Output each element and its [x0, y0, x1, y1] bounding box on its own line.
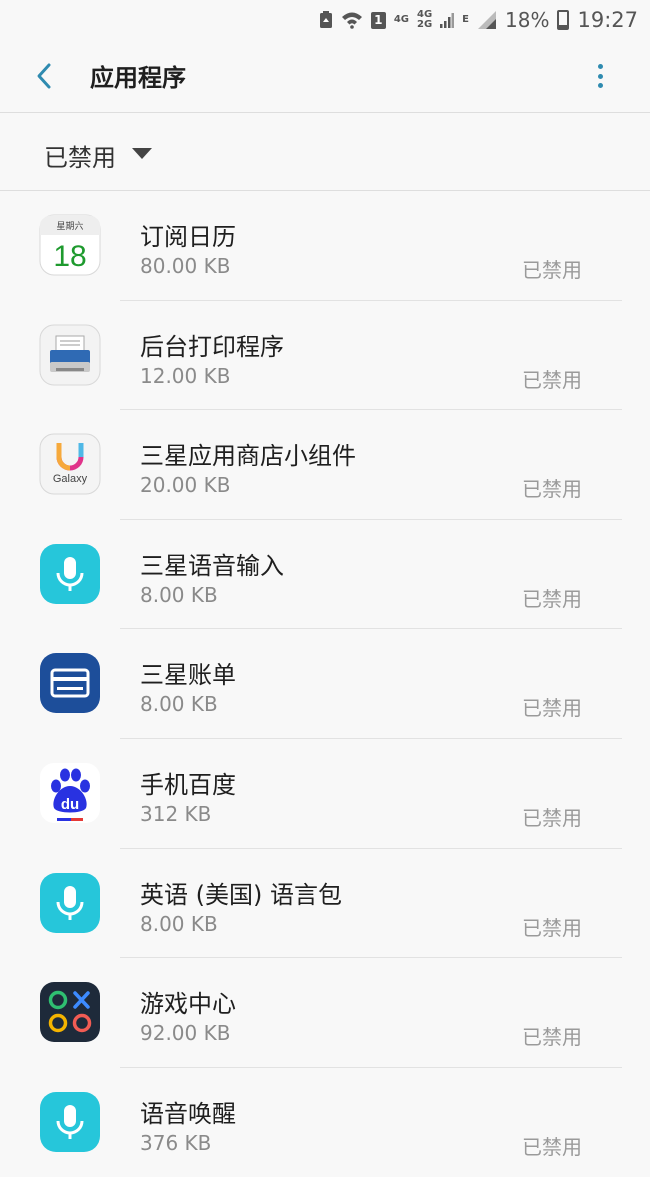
list-item[interactable]: 三星语音输入 8.00 KB 已禁用	[0, 520, 650, 630]
list-item[interactable]: 三星账单 8.00 KB 已禁用	[0, 629, 650, 739]
svg-text:du: du	[61, 796, 79, 813]
list-item[interactable]: Galaxy 三星应用商店小组件 20.00 KB 已禁用	[0, 410, 650, 520]
app-bar: 应用程序	[0, 40, 650, 112]
game-center-icon	[39, 981, 101, 1043]
battery-percent: 18%	[505, 8, 550, 32]
network-4g2g-indicator: 4G 2G	[417, 9, 433, 30]
filter-dropdown[interactable]: 已禁用	[0, 113, 650, 190]
more-options-button[interactable]	[588, 60, 612, 92]
filter-label: 已禁用	[44, 144, 116, 172]
microphone-icon	[39, 872, 101, 934]
microphone-icon	[39, 543, 101, 605]
app-name: 三星账单	[140, 661, 236, 690]
card-icon	[39, 652, 101, 714]
app-name: 三星应用商店小组件	[140, 442, 356, 471]
app-size: 376 KB	[140, 1130, 212, 1155]
baidu-paw-icon: du	[39, 762, 101, 824]
svg-text:星期六: 星期六	[56, 220, 83, 232]
app-size: 12.00 KB	[140, 363, 231, 388]
chevron-left-icon	[37, 63, 51, 89]
svg-text:18: 18	[53, 240, 86, 273]
app-status: 已禁用	[522, 915, 582, 940]
list-item[interactable]: 后台打印程序 12.00 KB 已禁用	[0, 301, 650, 411]
signal-strength-icon	[477, 10, 497, 30]
network-e: E	[462, 14, 470, 25]
galaxy-store-icon: Galaxy	[39, 433, 101, 495]
back-button[interactable]	[28, 60, 60, 92]
list-item[interactable]: 语音唤醒 376 KB 已禁用	[0, 1068, 650, 1177]
svg-text:Galaxy: Galaxy	[53, 473, 88, 485]
app-status: 已禁用	[522, 367, 582, 392]
app-list: 星期六 18 订阅日历 80.00 KB 已禁用 后台打印程序 12.00 KB…	[0, 191, 650, 1177]
app-size: 312 KB	[140, 801, 212, 826]
page-title: 应用程序	[90, 64, 186, 92]
app-name: 语音唤醒	[140, 1099, 236, 1128]
app-name: 后台打印程序	[140, 332, 284, 361]
battery-icon	[557, 10, 570, 30]
app-size: 20.00 KB	[140, 473, 231, 498]
list-item[interactable]: 游戏中心 92.00 KB 已禁用	[0, 958, 650, 1068]
list-item[interactable]: 英语 (美国) 语言包 8.00 KB 已禁用	[0, 849, 650, 959]
wifi-icon	[341, 11, 363, 29]
app-status: 已禁用	[522, 696, 582, 721]
dropdown-arrow-icon	[132, 148, 152, 159]
list-item[interactable]: 星期六 18 订阅日历 80.00 KB 已禁用	[0, 191, 650, 301]
app-status: 已禁用	[522, 805, 582, 830]
recycle-icon	[319, 11, 333, 29]
app-size: 8.00 KB	[140, 692, 218, 717]
app-name: 三星语音输入	[140, 551, 284, 580]
more-vert-icon	[597, 64, 603, 69]
status-bar: 1 4G 4G 2G E 18% 19:27	[0, 0, 650, 40]
app-status: 已禁用	[522, 258, 582, 282]
list-item[interactable]: du 手机百度 312 KB 已禁用	[0, 739, 650, 849]
calendar-icon: 星期六 18	[39, 214, 101, 276]
app-size: 8.00 KB	[140, 582, 218, 607]
app-name: 英语 (美国) 语言包	[140, 880, 342, 909]
app-status: 已禁用	[522, 1134, 582, 1159]
app-size: 8.00 KB	[140, 911, 218, 936]
app-status: 已禁用	[522, 586, 582, 611]
app-status: 已禁用	[522, 1025, 582, 1050]
app-status: 已禁用	[522, 477, 582, 502]
app-size: 92.00 KB	[140, 1021, 231, 1046]
app-name: 订阅日历	[140, 223, 236, 251]
clock: 19:27	[577, 8, 638, 32]
app-name: 游戏中心	[140, 990, 236, 1019]
network-4g: 4G	[393, 14, 409, 25]
printer-icon	[39, 324, 101, 386]
microphone-icon	[39, 1091, 101, 1153]
app-size: 80.00 KB	[140, 254, 231, 278]
signal-bars-icon	[440, 12, 455, 28]
app-name: 手机百度	[140, 770, 236, 799]
sim-badge: 1	[370, 11, 386, 29]
